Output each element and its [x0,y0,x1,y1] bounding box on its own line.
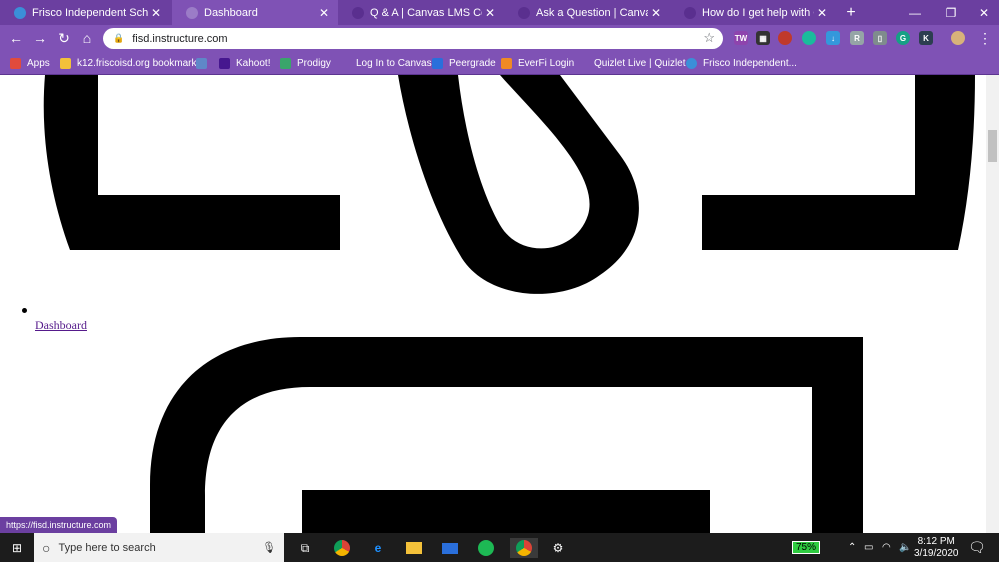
extension-icon[interactable] [802,31,816,45]
bookmark-quizlet[interactable]: Quizlet Live | Quizlet [577,55,686,71]
taskbar-search[interactable]: ○ Type here to search 🎙 [34,533,284,562]
extension-icon[interactable]: TW [734,31,748,45]
chrome-icon[interactable] [332,538,352,558]
cortana-icon: ○ [42,539,51,556]
dashboard-link[interactable]: Dashboard [35,318,87,333]
tab-strip: Frisco Independent School Dis ✕ Dashboar… [0,0,999,25]
close-icon[interactable]: ✕ [148,6,164,20]
minimize-icon[interactable]: — [897,0,933,25]
lock-icon: 🔒 [113,33,125,43]
menu-icon[interactable]: ⋮ [975,28,995,48]
quizlet-icon [577,57,588,69]
apps-icon [10,57,21,69]
tab-ask-question[interactable]: Ask a Question | Canvas LMS C ✕ [504,0,670,25]
globe-icon [14,6,26,19]
bookmark-kahoot[interactable]: Kahoot! [219,55,270,71]
settings-gear-icon[interactable]: ⚙ [548,538,568,558]
bookmark-everfi[interactable]: EverFi Login [501,55,574,71]
grammarly-icon[interactable]: G [896,31,910,45]
windows-start-icon[interactable]: ⊞ [7,538,27,558]
battery-percent: 75% [792,541,821,554]
address-bar[interactable]: 🔒 fisd.instructure.com ☆ [103,28,723,49]
tab-help[interactable]: How do I get help with Canvas ✕ [670,0,836,25]
taskbar: ⊞ ○ Type here to search 🎙 ⧉ e ⚙ 75% ⌃ ▭ … [0,533,999,562]
tab-frisco[interactable]: Frisco Independent School Dis ✕ [0,0,170,25]
close-window-icon[interactable]: ✕ [966,0,999,25]
globe-icon [686,57,697,69]
bookmark-prodigy[interactable]: Prodigy [280,55,331,71]
canvas-logo-icon [43,75,975,294]
extension-icon[interactable]: R [850,31,864,45]
close-icon[interactable]: ✕ [316,6,332,20]
bookmark-site[interactable] [196,55,213,71]
tab-qa[interactable]: Q & A | Canvas LMS Communi ✕ [338,0,504,25]
tab-title: Q & A | Canvas LMS Communi [370,6,482,19]
status-url: https://fisd.instructure.com [0,517,118,533]
everfi-icon [501,57,512,69]
scrollbar[interactable] [986,75,999,533]
bookmark-frisco[interactable]: Frisco Independent... [686,55,797,71]
clock-date: 3/19/2020 [914,547,959,559]
battery-indicator[interactable]: 75% [792,533,821,562]
folder-icon [60,57,71,69]
clock-time: 8:12 PM [917,535,955,547]
tab-title: Frisco Independent School Dis [32,6,148,19]
notifications-icon[interactable]: 🗨 [968,533,986,562]
close-icon[interactable]: ✕ [814,6,830,20]
toolbar: ← → ↻ ⌂ 🔒 fisd.instructure.com ☆ TW ▦ ↓ … [0,25,999,51]
bookmark-apps[interactable]: Apps [10,55,50,71]
search-placeholder: Type here to search [58,541,156,554]
spotify-icon[interactable] [476,538,496,558]
tab-title: Ask a Question | Canvas LMS C [536,6,648,19]
canvas-icon [339,57,350,69]
back-icon[interactable]: ← [6,28,26,48]
tab-dashboard[interactable]: Dashboard ✕ [172,0,338,25]
clock[interactable]: 8:12 PM 3/19/2020 [914,533,959,562]
forward-icon[interactable]: → [30,28,50,48]
new-tab-button[interactable]: + [836,0,866,25]
chrome-profile-icon[interactable] [510,538,538,558]
task-view-icon[interactable]: ⧉ [295,538,315,558]
show-hidden-icons-icon[interactable]: ⌃ [848,533,856,562]
canvas-icon [186,6,198,19]
kahoot-icon [219,57,230,69]
canvas-icon [518,6,530,19]
scrollbar-thumb[interactable] [988,130,997,162]
battery-icon[interactable]: ▭ [864,533,873,562]
close-icon[interactable]: ✕ [482,6,498,20]
edge-icon[interactable]: e [368,538,388,558]
canvas-icon [352,6,364,19]
extension-icon[interactable]: K [919,31,933,45]
extension-icon[interactable] [778,31,792,45]
bookmark-star-icon[interactable]: ☆ [703,30,715,46]
mail-icon[interactable] [440,538,460,558]
reload-icon[interactable]: ↻ [54,28,74,48]
tab-title: Dashboard [204,6,258,19]
url-text: fisd.instructure.com [132,32,228,45]
home-icon[interactable]: ⌂ [77,28,97,48]
restore-icon[interactable]: ❐ [933,0,969,25]
page-content: Dashboard [0,75,986,533]
microphone-icon[interactable]: 🎙 [262,541,276,554]
volume-icon[interactable]: 🔈 [899,533,911,562]
bookmark-peergrade[interactable]: Peergrade [432,55,496,71]
tab-title: How do I get help with Canvas [702,6,814,19]
list-bullet [22,308,27,313]
bookmarks-bar: Apps k12.friscoisd.org bookmarks Kahoot!… [0,51,999,75]
extension-icon[interactable]: ▯ [873,31,887,45]
wifi-icon[interactable]: ◠ [882,533,891,562]
bookmark-canvas[interactable]: Log In to Canvas [339,55,432,71]
bookmark-folder[interactable]: k12.friscoisd.org bookmarks [60,55,202,71]
download-icon[interactable]: ↓ [826,31,840,45]
file-explorer-icon[interactable] [404,538,424,558]
site-icon [196,57,207,69]
close-icon[interactable]: ✕ [648,6,664,20]
canvas-icon [684,6,696,19]
peergrade-icon [432,57,443,69]
prodigy-icon [280,57,291,69]
avatar[interactable] [951,31,965,45]
extension-icon[interactable]: ▦ [756,31,770,45]
